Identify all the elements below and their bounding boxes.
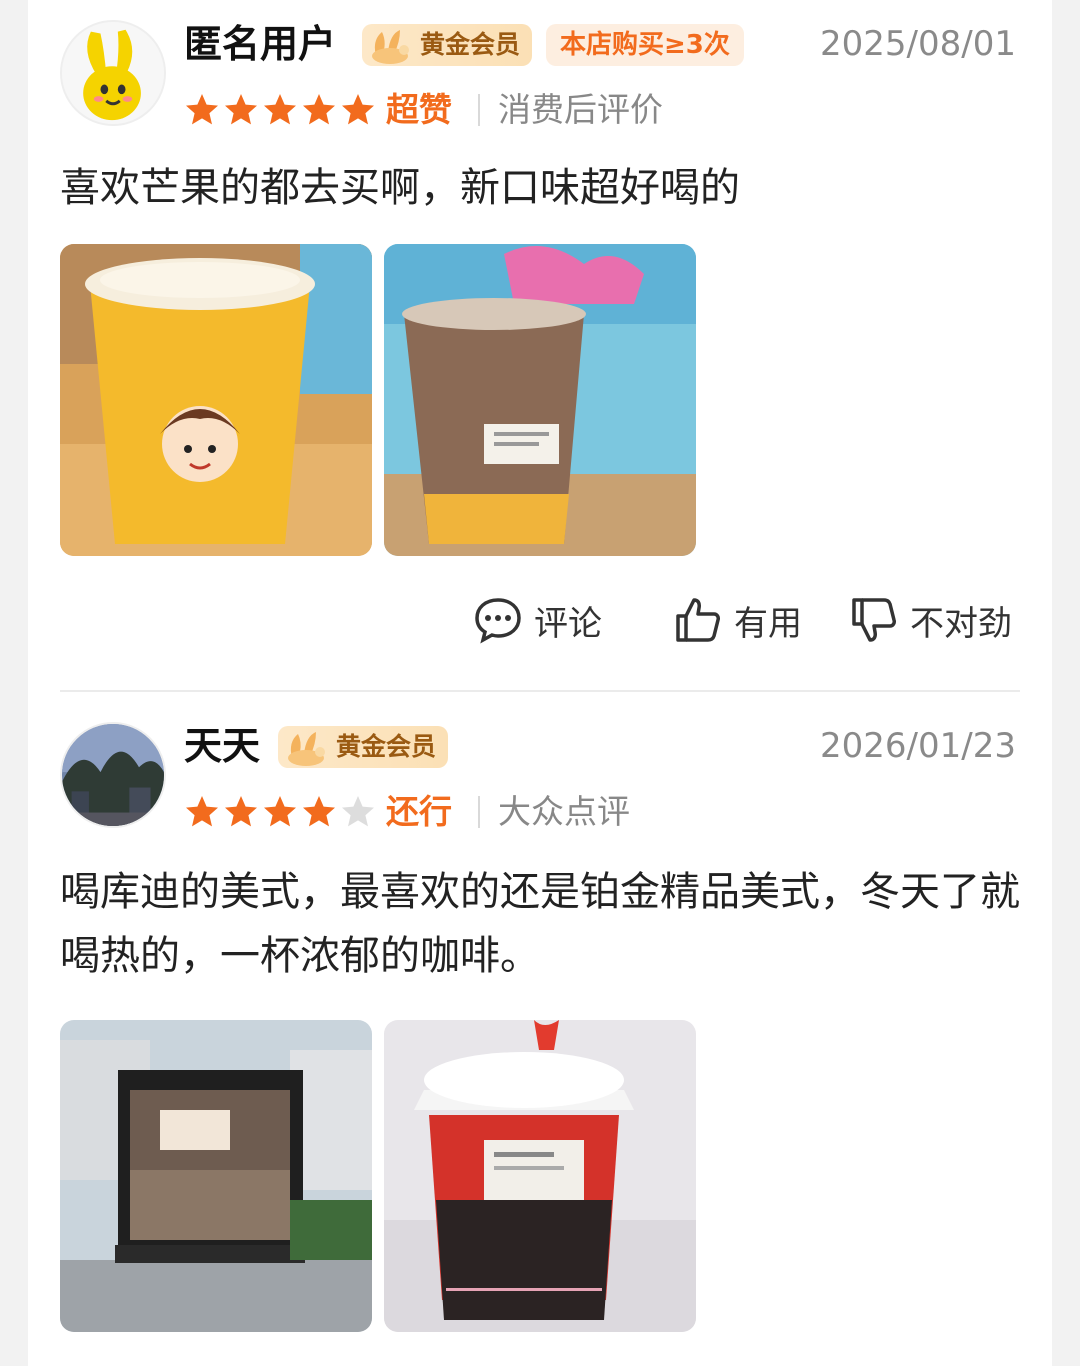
star-rating bbox=[184, 92, 376, 128]
review-text: 喝库迪的美式，最喜欢的还是铂金精品美式，冬天了就喝热的，一杯浓郁的咖啡。 bbox=[60, 869, 1020, 979]
review-divider bbox=[60, 690, 1020, 692]
star-empty-icon bbox=[342, 796, 374, 827]
separator bbox=[478, 94, 480, 126]
user-name[interactable]: 匿名用户 bbox=[184, 22, 336, 66]
coffee-drink-image bbox=[384, 244, 696, 556]
gold-member-badge: 黄金会员 bbox=[278, 726, 449, 768]
review-list: 匿名用户 黄金会员 本店购买≥3次 2025/08/01 超赞 消费后评价 喜欢… bbox=[28, 0, 1052, 1366]
street-dusk-avatar-icon bbox=[62, 724, 164, 826]
review-date: 2025/08/01 bbox=[820, 24, 1016, 64]
useful-button[interactable]: 有用 bbox=[672, 590, 802, 650]
star-filled-icon bbox=[342, 94, 374, 125]
gold-bunny-icon bbox=[288, 732, 325, 766]
rating-word: 超赞 bbox=[386, 90, 452, 129]
report-button[interactable]: 不对劲 bbox=[848, 590, 1012, 650]
gold-member-label: 黄金会员 bbox=[420, 30, 521, 59]
review-photo-coffee-drink[interactable] bbox=[384, 244, 696, 556]
review-date: 2026/01/23 bbox=[820, 726, 1016, 766]
thumbs-up-icon bbox=[676, 598, 720, 642]
useful-label: 有用 bbox=[734, 603, 802, 644]
star-filled-icon bbox=[264, 796, 296, 827]
report-label: 不对劲 bbox=[910, 603, 1012, 644]
purchase-count-badge: 本店购买≥3次 bbox=[546, 24, 744, 66]
star-filled-icon bbox=[264, 94, 296, 125]
gold-bunny-icon bbox=[372, 30, 409, 64]
separator bbox=[478, 796, 480, 828]
comment-button[interactable]: 评论 bbox=[472, 590, 602, 650]
review-source: 消费后评价 bbox=[498, 90, 663, 129]
star-filled-icon bbox=[225, 796, 257, 827]
user-name[interactable]: 天天 bbox=[184, 724, 260, 768]
comment-label: 评论 bbox=[534, 603, 602, 644]
user-avatar[interactable] bbox=[60, 722, 166, 828]
rating-word: 还行 bbox=[386, 792, 452, 831]
gold-member-label: 黄金会员 bbox=[336, 732, 437, 761]
star-filled-icon bbox=[225, 94, 257, 125]
hot-coffee-cup-image bbox=[384, 1020, 696, 1332]
review-photo-mango-drink[interactable] bbox=[60, 244, 372, 556]
review-text: 喜欢芒果的都去买啊，新口味超好喝的 bbox=[60, 165, 740, 211]
thumbs-down-icon bbox=[852, 598, 896, 642]
review-photo-storefront[interactable] bbox=[60, 1020, 372, 1332]
star-filled-icon bbox=[186, 796, 218, 827]
storefront-image bbox=[60, 1020, 372, 1332]
user-avatar[interactable] bbox=[60, 20, 166, 126]
star-rating bbox=[184, 794, 376, 830]
comment-icon bbox=[475, 598, 521, 644]
yellow-bunny-avatar-icon bbox=[62, 22, 164, 124]
star-filled-icon bbox=[303, 796, 335, 827]
review-photo-hot-coffee-cup[interactable] bbox=[384, 1020, 696, 1332]
star-filled-icon bbox=[303, 94, 335, 125]
gold-member-badge: 黄金会员 bbox=[362, 24, 533, 66]
review-source: 大众点评 bbox=[498, 792, 630, 831]
mango-drink-image bbox=[60, 244, 372, 556]
star-filled-icon bbox=[186, 94, 218, 125]
